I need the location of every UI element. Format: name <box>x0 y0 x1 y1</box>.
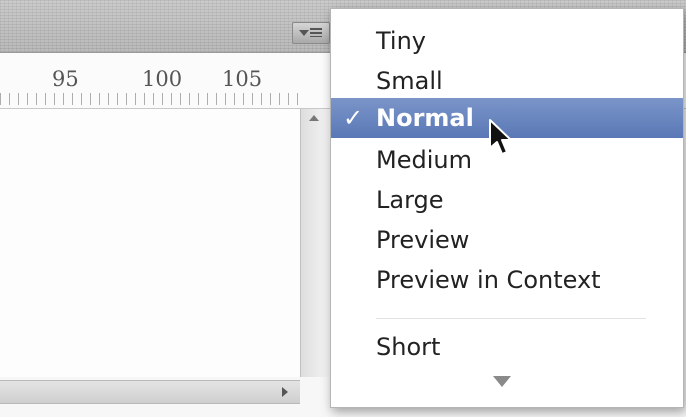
ruler-ticks <box>0 93 300 105</box>
scroll-down-arrow-icon[interactable] <box>493 376 511 387</box>
vertical-scrollbar[interactable] <box>300 109 329 377</box>
menu-separator <box>376 318 646 319</box>
menu-item-label: Preview in Context <box>376 266 601 294</box>
menu-item-preview-in-context[interactable]: Preview in Context <box>331 260 683 300</box>
mouse-cursor-icon <box>489 119 512 155</box>
menu-item-small[interactable]: Small <box>331 61 683 101</box>
panel-menu-button[interactable] <box>292 22 330 44</box>
menu-item-label: Small <box>376 67 443 95</box>
scroll-up-arrow-icon[interactable] <box>309 115 319 121</box>
ruler-label: 100 <box>142 67 183 91</box>
menu-item-label: Normal <box>376 104 474 132</box>
menu-item-label: Large <box>376 186 444 214</box>
panel-menu-icon <box>310 28 322 37</box>
menu-item-large[interactable]: Large <box>331 180 683 220</box>
scroll-right-arrow-icon[interactable] <box>282 387 288 397</box>
screen: 95 100 105 Tiny Small ✓ Normal Medium La… <box>0 0 686 417</box>
menu-item-tiny[interactable]: Tiny <box>331 21 683 61</box>
content-area[interactable] <box>0 109 300 377</box>
menu-item-short[interactable]: Short <box>331 327 683 367</box>
menu-item-label: Short <box>376 333 441 361</box>
view-size-menu: Tiny Small ✓ Normal Medium Large Preview… <box>330 8 684 408</box>
menu-item-label: Medium <box>376 146 472 174</box>
horizontal-scrollbar[interactable] <box>0 380 300 404</box>
menu-item-label: Tiny <box>376 27 427 55</box>
ruler-label: 105 <box>222 67 263 91</box>
ruler-label: 95 <box>52 67 79 91</box>
menu-item-label: Preview <box>376 226 470 254</box>
menu-item-preview[interactable]: Preview <box>331 220 683 260</box>
chevron-down-icon <box>299 30 309 36</box>
checkmark-icon: ✓ <box>343 104 364 132</box>
